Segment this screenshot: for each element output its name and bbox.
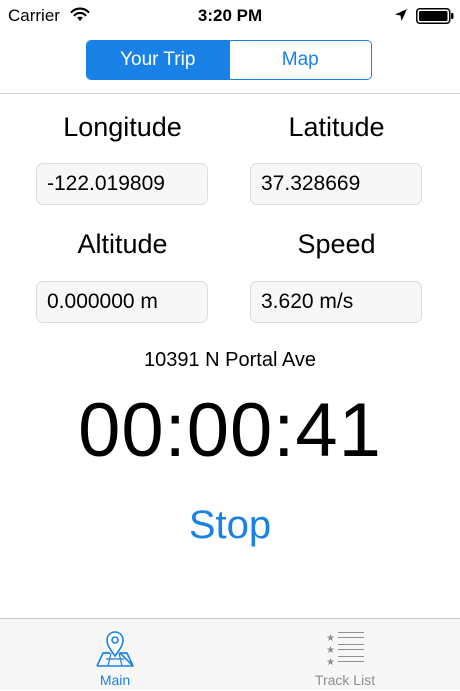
tab-main-label: Main bbox=[99, 672, 131, 688]
tab-main[interactable]: Main bbox=[0, 619, 230, 691]
battery-icon bbox=[416, 8, 454, 29]
header-divider bbox=[0, 93, 460, 94]
elapsed-timer: 00:00:41 bbox=[78, 388, 382, 473]
longitude-field[interactable]: -122.019809 bbox=[36, 163, 208, 205]
svg-text:★: ★ bbox=[326, 645, 335, 656]
altitude-field[interactable]: 0.000000 m bbox=[36, 281, 208, 323]
speed-field[interactable]: 3.620 m/s bbox=[250, 281, 422, 323]
star-list-icon: ★ ★ ★ bbox=[324, 629, 366, 674]
speed-label: Speed bbox=[297, 229, 376, 259]
map-pin-icon bbox=[94, 629, 136, 674]
latitude-label: Latitude bbox=[288, 112, 385, 142]
address-label: 10391 N Portal Ave bbox=[144, 349, 316, 371]
svg-text:★: ★ bbox=[326, 657, 335, 668]
tab-track-list[interactable]: ★ ★ ★ Track List bbox=[230, 619, 460, 691]
altitude-label: Altitude bbox=[77, 229, 168, 259]
tab-track-list-label: Track List bbox=[314, 672, 376, 688]
latitude-field[interactable]: 37.328669 bbox=[250, 163, 422, 205]
longitude-label: Longitude bbox=[63, 112, 182, 142]
status-time: 3:20 PM bbox=[197, 6, 263, 25]
stop-button[interactable]: Stop bbox=[170, 503, 290, 548]
status-bar: Carrier 3:20 PM bbox=[0, 0, 460, 32]
tab-bar: Main ★ ★ ★ Track List bbox=[0, 618, 460, 690]
segment-your-trip[interactable]: Your Trip bbox=[87, 41, 229, 79]
location-arrow-icon bbox=[394, 8, 408, 27]
svg-text:★: ★ bbox=[326, 633, 335, 644]
trip-map-segmented-control[interactable]: Your Trip Map bbox=[86, 40, 372, 80]
segment-map[interactable]: Map bbox=[228, 41, 371, 79]
